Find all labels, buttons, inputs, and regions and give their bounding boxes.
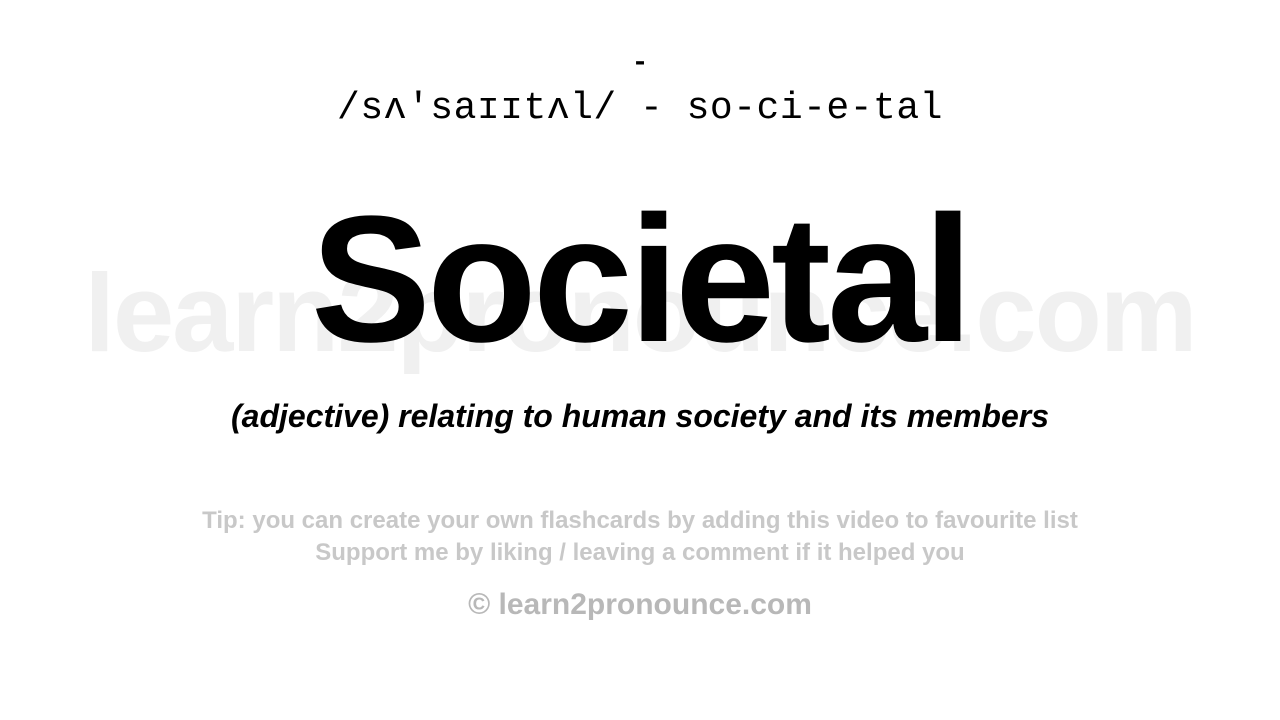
ipa-pronunciation: /sʌ'saɪɪtʌl/ - so-ci-e-tal (337, 87, 943, 130)
copyright-text: © learn2pronounce.com (468, 588, 812, 622)
tip-line-1: Tip: you can create your own flashcards … (202, 505, 1078, 537)
definition-text: (adjective) relating to human society an… (231, 398, 1049, 435)
word-title: Societal (311, 190, 969, 370)
dash-mark: - (632, 48, 649, 79)
tip-line-2: Support me by liking / leaving a comment… (202, 537, 1078, 569)
tip-text: Tip: you can create your own flashcards … (202, 505, 1078, 570)
main-content: - /sʌ'saɪɪtʌl/ - so-ci-e-tal Societal (a… (0, 0, 1280, 720)
